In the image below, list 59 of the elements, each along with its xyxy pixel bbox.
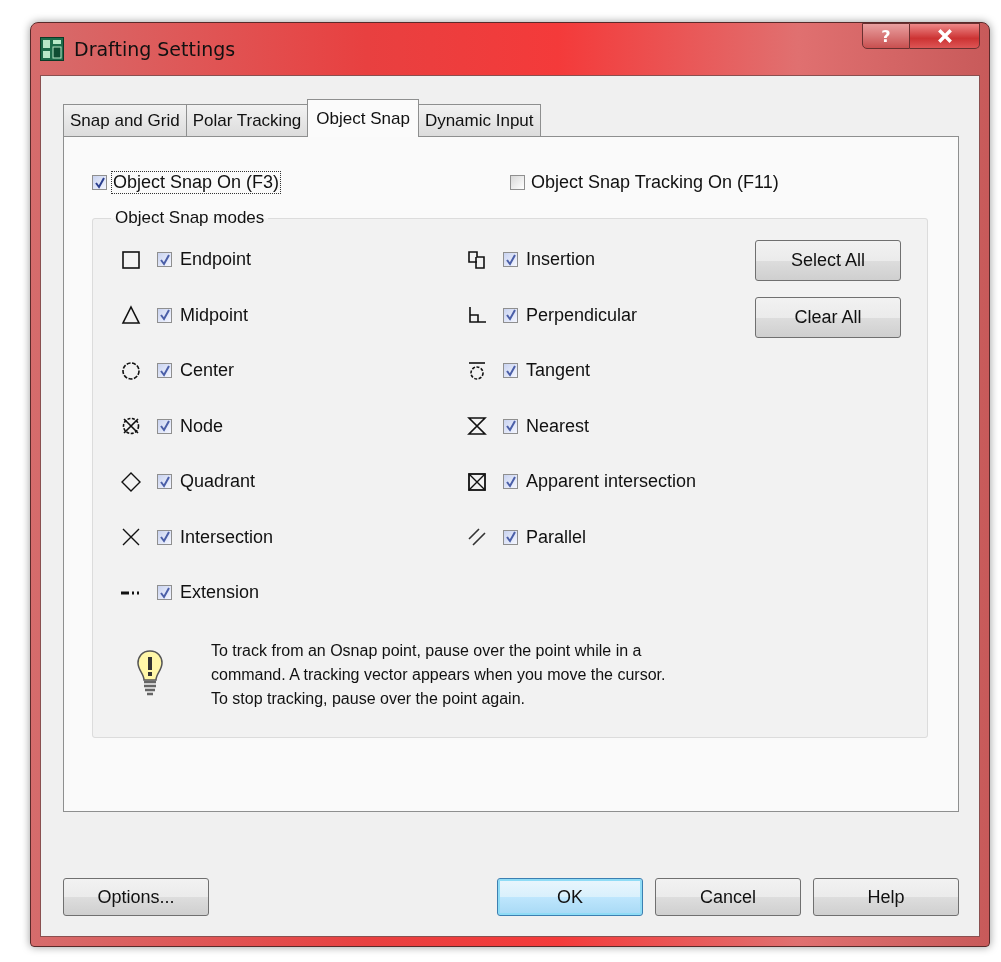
- tip-text: To track from an Osnap point, pause over the point while in a command. A tracking vector appears when you move the cursor. To stop tracking, pause over the point again.: [211, 640, 666, 709]
- push-button[interactable]: OK: [497, 878, 643, 916]
- checkbox[interactable]: [157, 307, 172, 323]
- checkbox[interactable]: [157, 418, 172, 434]
- triangle-icon: [121, 305, 141, 326]
- checkbox[interactable]: [503, 529, 518, 545]
- window-title: Drafting Settings: [74, 38, 236, 60]
- push-button[interactable]: Clear All: [755, 297, 901, 338]
- checkbox-label[interactable]: Apparent intersection: [526, 471, 697, 493]
- right-angle-icon: [467, 305, 487, 326]
- circle-icon: [121, 360, 141, 381]
- checkbox-label[interactable]: Extension: [180, 582, 260, 604]
- checkbox[interactable]: [503, 363, 518, 379]
- checkbox-label[interactable]: Midpoint: [180, 304, 249, 326]
- checkbox[interactable]: [503, 252, 518, 268]
- checkbox[interactable]: [157, 585, 172, 601]
- dash-dots-icon: [121, 589, 141, 596]
- push-button[interactable]: Options...: [63, 878, 209, 916]
- checkbox-label[interactable]: Object Snap On (F3): [111, 171, 282, 194]
- push-button[interactable]: Cancel: [655, 878, 801, 916]
- checkbox[interactable]: [510, 175, 525, 190]
- circle-bar-icon: [467, 360, 487, 381]
- checkbox[interactable]: [92, 175, 107, 190]
- tab[interactable]: Dynamic Input: [417, 104, 541, 136]
- cross-icon: [121, 527, 141, 548]
- checkbox[interactable]: [157, 474, 172, 490]
- close-button[interactable]: [910, 23, 980, 49]
- checkbox-label[interactable]: Object Snap Tracking On (F11): [529, 171, 781, 194]
- checkbox-label[interactable]: Parallel: [526, 526, 587, 548]
- crossed-circle-icon: [121, 416, 141, 437]
- square-icon: [121, 249, 141, 270]
- app-icon: [40, 37, 64, 61]
- hourglass-icon: [467, 416, 487, 437]
- push-button[interactable]: Select All: [755, 240, 901, 281]
- tab[interactable]: Object Snap: [307, 99, 419, 137]
- checkbox-label[interactable]: Quadrant: [180, 471, 256, 493]
- checkbox-label[interactable]: Nearest: [526, 415, 590, 437]
- slashes-icon: [467, 527, 487, 548]
- checkbox[interactable]: [503, 418, 518, 434]
- stepped-squares-icon: [467, 249, 487, 270]
- checkbox-label[interactable]: Node: [180, 415, 224, 437]
- checkbox-label[interactable]: Endpoint: [180, 249, 252, 271]
- push-button[interactable]: Help: [813, 878, 959, 916]
- checkbox-label[interactable]: Tangent: [526, 360, 591, 382]
- crossed-square-icon: [467, 471, 487, 492]
- checkbox[interactable]: [157, 363, 172, 379]
- checkbox-label[interactable]: Center: [180, 360, 235, 382]
- close-icon: [936, 29, 953, 43]
- checkbox[interactable]: [157, 529, 172, 545]
- checkbox-label[interactable]: Perpendicular: [526, 304, 638, 326]
- checkbox[interactable]: [503, 474, 518, 490]
- tab[interactable]: Polar Tracking: [185, 104, 309, 136]
- checkbox-label[interactable]: Intersection: [180, 526, 274, 548]
- checkbox[interactable]: [157, 252, 172, 268]
- checkbox[interactable]: [503, 307, 518, 323]
- diamond-icon: [121, 471, 141, 492]
- group-title: Object Snap modes: [114, 208, 266, 228]
- tab[interactable]: Snap and Grid: [63, 104, 187, 136]
- checkbox-label[interactable]: Insertion: [526, 249, 596, 271]
